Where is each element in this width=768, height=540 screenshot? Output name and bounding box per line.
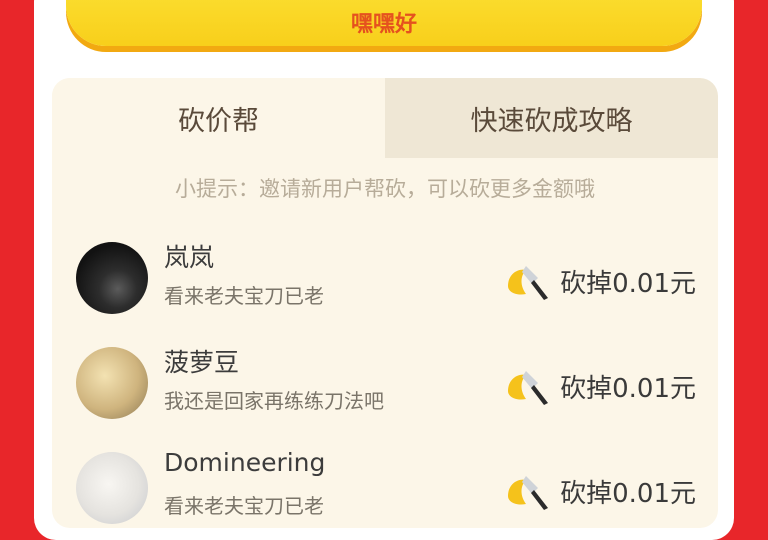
cut-amount-label: 砍掉0.01元 — [560, 373, 696, 404]
avatar — [76, 242, 148, 314]
list-item: 菠萝豆 我还是回家再练练刀法吧 砍掉0.01元 — [52, 341, 718, 446]
avatar — [76, 452, 148, 524]
cut-amount: 砍掉0.01元 — [504, 365, 696, 407]
cut-amount-label: 砍掉0.01元 — [560, 478, 696, 509]
knife-icon — [508, 371, 549, 405]
list-item: Domineering 看来老夫宝刀已老 砍掉0.01元 — [52, 446, 718, 528]
helper-name: 岚岚 — [164, 243, 215, 272]
helper-message: 看来老夫宝刀已老 — [164, 494, 324, 518]
cta-button[interactable]: 嘿嘿好 — [66, 0, 702, 46]
tab-helpers[interactable]: 砍价帮 — [52, 78, 385, 158]
avatar — [76, 347, 148, 419]
cut-amount: 砍掉0.01元 — [504, 260, 696, 302]
helper-name: 菠萝豆 — [164, 348, 240, 377]
cut-amount-label: 砍掉0.01元 — [560, 268, 696, 299]
cut-amount: 砍掉0.01元 — [504, 470, 696, 512]
hint-text: 小提示：邀请新用户帮砍，可以砍更多金额哦 — [175, 177, 595, 201]
helpers-list: 岚岚 看来老夫宝刀已老 砍掉0.01元 菠萝豆 我还是回家再练练刀法吧 砍掉0.… — [52, 236, 718, 528]
helpers-card: 砍价帮 快速砍成攻略 小提示：邀请新用户帮砍，可以砍更多金额哦 岚岚 看来老夫宝… — [52, 78, 718, 528]
helper-message: 看来老夫宝刀已老 — [164, 284, 324, 308]
tab-strategy[interactable]: 快速砍成攻略 — [385, 78, 718, 158]
helper-message: 我还是回家再练练刀法吧 — [164, 389, 384, 413]
knife-icon — [508, 476, 549, 510]
tab-bar: 砍价帮 快速砍成攻略 — [52, 78, 718, 158]
helper-name: Domineering — [164, 448, 326, 477]
knife-icon — [508, 266, 549, 300]
cta-label: 嘿嘿好 — [350, 12, 417, 37]
list-item: 岚岚 看来老夫宝刀已老 砍掉0.01元 — [52, 236, 718, 341]
